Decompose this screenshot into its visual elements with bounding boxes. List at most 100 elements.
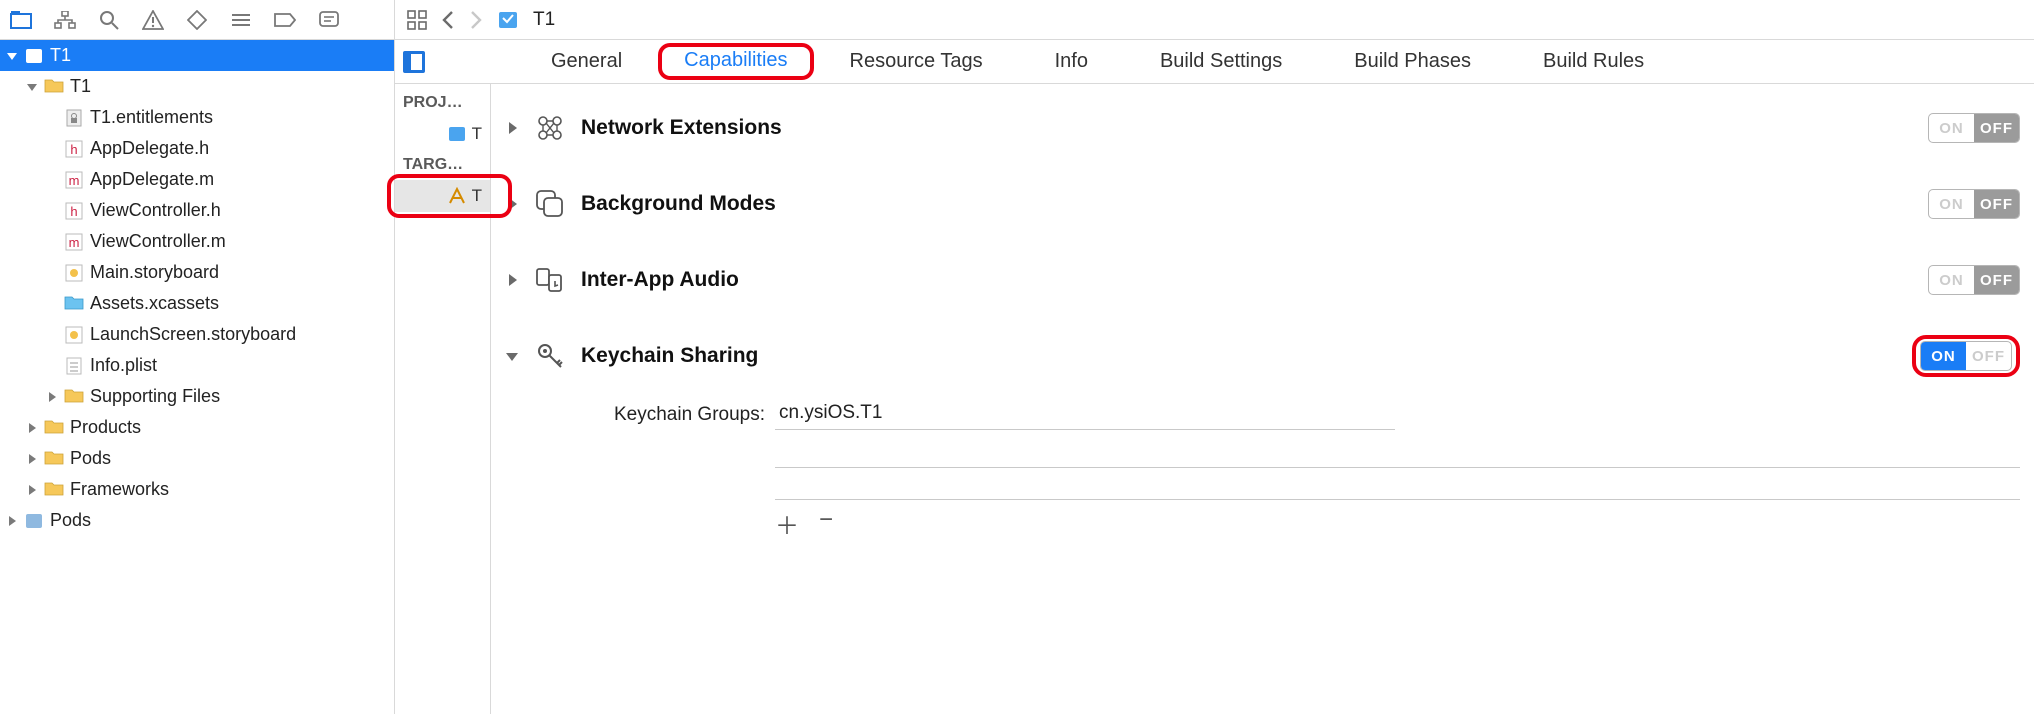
tree-row[interactable]: Pods xyxy=(0,443,394,474)
tree-row[interactable]: Supporting Files xyxy=(0,381,394,412)
back-icon[interactable] xyxy=(441,10,455,30)
tree-row[interactable]: LaunchScreen.storyboard xyxy=(0,319,394,350)
tree-row[interactable]: T1.entitlements xyxy=(0,102,394,133)
files-tab-icon[interactable] xyxy=(10,9,32,31)
test-icon[interactable] xyxy=(186,9,208,31)
capabilities-highlight: Capabilities xyxy=(658,43,813,80)
key-icon xyxy=(533,339,567,373)
disclosure-icon[interactable] xyxy=(505,197,519,211)
audio-icon xyxy=(533,263,567,297)
tab-capabilities[interactable]: Capabilities xyxy=(684,49,787,71)
breakpoint-icon[interactable] xyxy=(274,9,296,31)
tree-row[interactable]: Assets.xcassets xyxy=(0,288,394,319)
tab-general[interactable]: General xyxy=(535,46,638,77)
file-icon xyxy=(64,387,84,407)
disclosure-closed-icon[interactable] xyxy=(46,391,58,403)
targets-outline: PROJ… T TARG… T xyxy=(395,84,491,714)
disclosure-icon[interactable] xyxy=(505,273,519,287)
tree-row[interactable]: h ViewController.h xyxy=(0,195,394,226)
file-icon xyxy=(64,356,84,376)
disclosure-open-icon[interactable] xyxy=(6,50,18,62)
tree-item-label: Pods xyxy=(70,448,111,469)
tree-row[interactable]: mAppDelegate.m xyxy=(0,164,394,195)
tab-info[interactable]: Info xyxy=(1039,46,1104,77)
show-targets-icon[interactable] xyxy=(403,51,425,73)
disclosure-icon[interactable] xyxy=(505,121,519,135)
hierarchy-icon[interactable] xyxy=(54,9,76,31)
disclosure-closed-icon[interactable] xyxy=(26,453,38,465)
target-item-label: T xyxy=(472,186,482,206)
disclosure-closed-icon[interactable] xyxy=(26,422,38,434)
disclosure-closed-icon[interactable] xyxy=(26,484,38,496)
disclosure-closed-icon[interactable] xyxy=(6,515,18,527)
tab-resource-tags[interactable]: Resource Tags xyxy=(834,46,999,77)
tree-row[interactable]: Products xyxy=(0,412,394,443)
project-heading: PROJ… xyxy=(395,88,490,118)
capability-toggle[interactable]: ONOFF xyxy=(1928,113,2020,143)
target-item[interactable]: T xyxy=(395,180,490,212)
capability-toggle[interactable]: ONOFF xyxy=(1928,189,2020,219)
svg-text:m: m xyxy=(69,235,80,250)
project-item[interactable]: T xyxy=(395,118,490,150)
tree-item-label: Assets.xcassets xyxy=(90,293,219,314)
tab-build-rules[interactable]: Build Rules xyxy=(1527,46,1660,77)
network-icon xyxy=(533,111,567,145)
tree-row[interactable]: Frameworks xyxy=(0,474,394,505)
disclosure-icon[interactable] xyxy=(505,349,519,363)
debug-icon[interactable] xyxy=(230,9,252,31)
keychain-group-empty-row[interactable] xyxy=(775,436,2020,468)
related-items-icon[interactable] xyxy=(407,10,427,30)
tree-item-label: Supporting Files xyxy=(90,386,220,407)
tree-row[interactable]: T1 xyxy=(0,40,394,71)
capability-name: Background Modes xyxy=(581,192,776,216)
svg-text:h: h xyxy=(70,142,77,157)
tree-item-label: AppDelegate.m xyxy=(90,169,214,190)
proj-icon xyxy=(497,9,519,31)
tree-row[interactable]: mViewController.m xyxy=(0,226,394,257)
file-icon xyxy=(44,480,64,500)
toggle-highlight: ONOFF xyxy=(1912,335,2020,377)
report-icon[interactable] xyxy=(318,9,340,31)
jump-bar: T1 xyxy=(395,0,2034,40)
tree-row[interactable]: Pods xyxy=(0,505,394,536)
file-tree[interactable]: T1T1T1.entitlementshAppDelegate.hmAppDel… xyxy=(0,40,394,714)
add-icon[interactable]: ＋ xyxy=(775,506,799,541)
editor-area: T1 General Capabilities Resource Tags In… xyxy=(395,0,2034,714)
search-icon[interactable] xyxy=(98,9,120,31)
file-icon: h xyxy=(64,201,84,221)
project-item-label: T xyxy=(472,124,482,144)
capability-row: Keychain SharingONOFF xyxy=(505,318,2020,394)
warning-icon[interactable] xyxy=(142,9,164,31)
keychain-groups-label: Keychain Groups: xyxy=(595,404,765,426)
file-icon: h xyxy=(64,139,84,159)
capability-row: Background Modes ONOFF xyxy=(505,166,2020,242)
disclosure-open-icon[interactable] xyxy=(26,81,38,93)
tree-row[interactable]: Info.plist xyxy=(0,350,394,381)
tab-build-settings[interactable]: Build Settings xyxy=(1144,46,1298,77)
file-icon xyxy=(44,449,64,469)
forward-icon[interactable] xyxy=(469,10,483,30)
tree-row[interactable]: Main.storyboard xyxy=(0,257,394,288)
file-icon xyxy=(44,77,64,97)
capability-toggle[interactable]: ONOFF xyxy=(1928,265,2020,295)
tree-row[interactable]: hAppDelegate.h xyxy=(0,133,394,164)
file-icon xyxy=(24,511,44,531)
navigator-toolbar xyxy=(0,0,394,40)
capability-name: Network Extensions xyxy=(581,116,782,140)
jump-bar-title[interactable]: T1 xyxy=(533,9,555,31)
tab-build-phases[interactable]: Build Phases xyxy=(1338,46,1487,77)
tree-row[interactable]: T1 xyxy=(0,71,394,102)
file-icon xyxy=(64,263,84,283)
capability-name: Inter-App Audio xyxy=(581,268,739,292)
layers-icon xyxy=(533,187,567,221)
tree-item-label: Main.storyboard xyxy=(90,262,219,283)
svg-text:h: h xyxy=(70,204,77,219)
tree-item-label: ViewController.h xyxy=(90,200,221,221)
file-icon xyxy=(64,325,84,345)
capability-row: Network Extensions ONOFF xyxy=(505,90,2020,166)
tree-item-label: T1.entitlements xyxy=(90,107,213,128)
keychain-group-field[interactable]: cn.ysiOS.T1 xyxy=(775,400,1395,430)
remove-icon[interactable]: − xyxy=(819,506,833,541)
keychain-group-empty-row[interactable] xyxy=(775,468,2020,500)
capability-toggle[interactable]: ONOFF xyxy=(1920,341,2012,371)
